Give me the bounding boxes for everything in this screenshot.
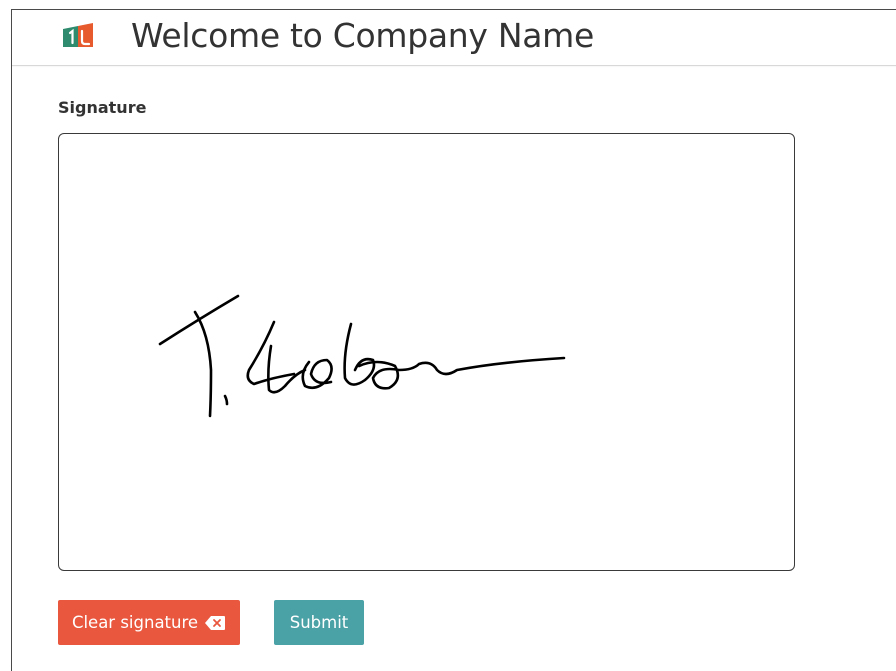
submit-button[interactable]: Submit bbox=[274, 600, 364, 645]
signature-pad[interactable] bbox=[58, 133, 795, 571]
page-title: Welcome to Company Name bbox=[131, 16, 594, 55]
submit-label: Submit bbox=[289, 613, 349, 632]
signature-label: Signature bbox=[58, 98, 147, 117]
clear-signature-label: Clear signature bbox=[71, 613, 199, 632]
app-frame: Welcome to Company Name Signature Clear … bbox=[11, 9, 896, 671]
page-header: Welcome to Company Name bbox=[12, 10, 896, 66]
signature-drawing bbox=[158, 294, 566, 418]
backspace-icon bbox=[205, 615, 226, 630]
clear-signature-button[interactable]: Clear signature bbox=[58, 600, 240, 645]
company-logo-icon bbox=[63, 23, 93, 47]
